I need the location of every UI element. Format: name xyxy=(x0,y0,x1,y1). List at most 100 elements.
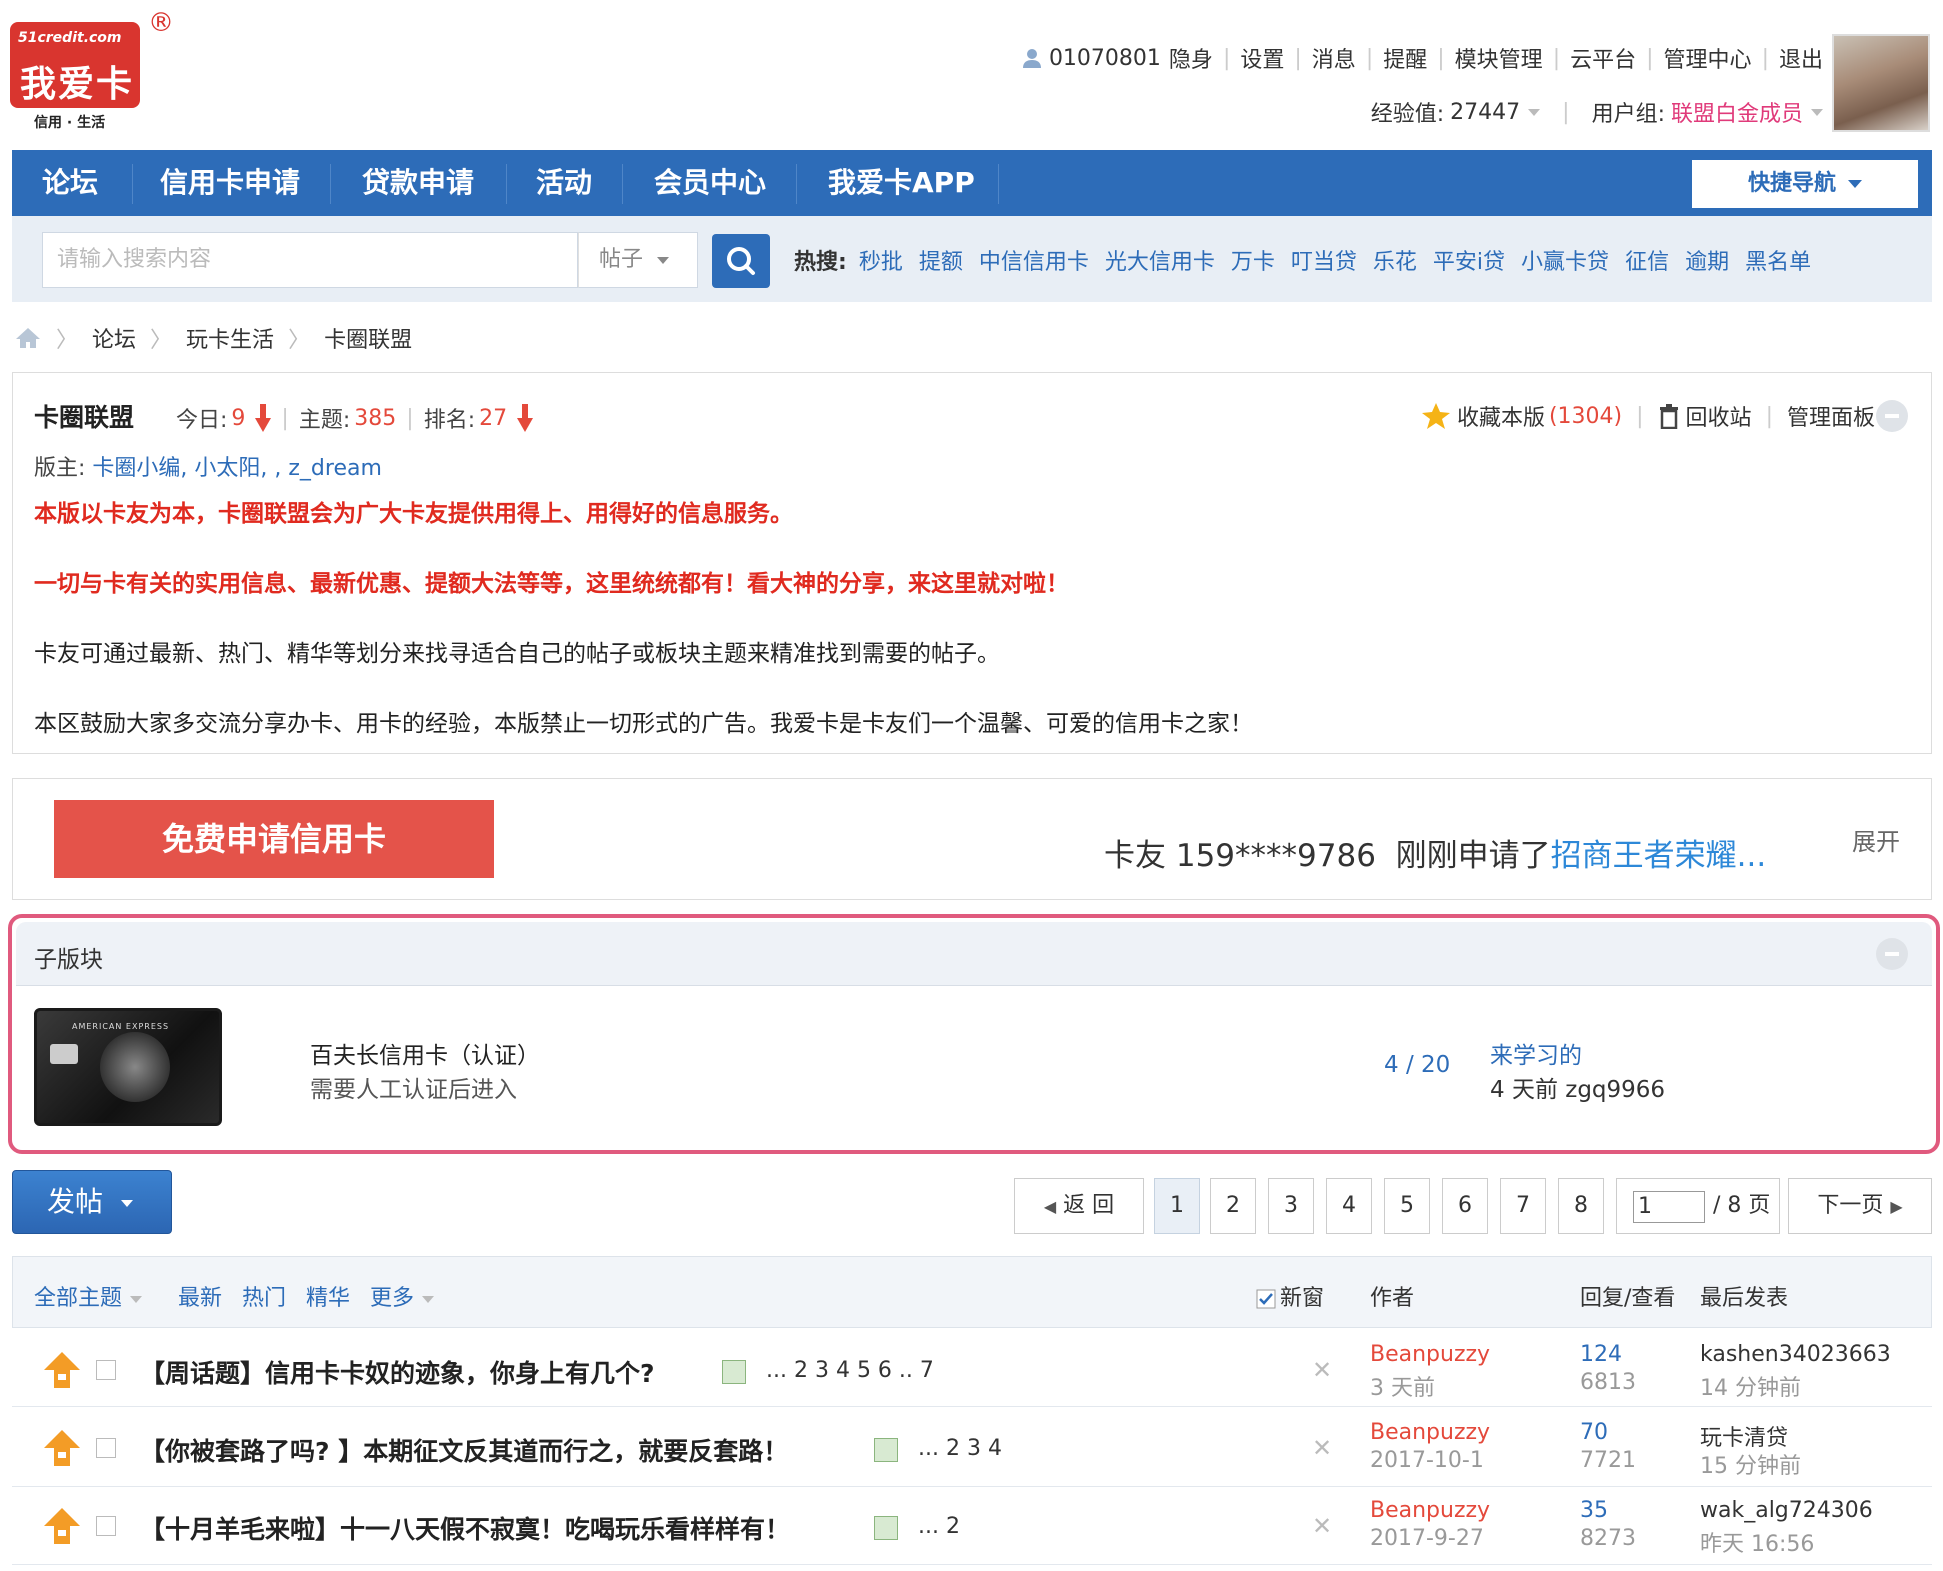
hot-keyword[interactable]: 黑名单 xyxy=(1745,244,1811,276)
search-button[interactable] xyxy=(712,234,770,288)
page-1[interactable]: 1 xyxy=(1154,1178,1200,1234)
invisible-link[interactable]: 隐身 xyxy=(1169,42,1213,74)
nav-app[interactable]: 我爱卡APP xyxy=(828,150,975,216)
quick-nav-button[interactable]: 快捷导航 xyxy=(1692,160,1918,208)
search-type-select[interactable]: 帖子 xyxy=(578,232,698,288)
hot-keyword[interactable]: 平安i贷 xyxy=(1433,244,1505,276)
thread-author[interactable]: Beanpuzzy xyxy=(1370,1420,1490,1445)
chevron-right-icon: ▶ xyxy=(1890,1197,1903,1216)
thread-title[interactable]: 【十月羊毛来啦】十一八天假不寂寞！吃喝玩乐看样样有！ xyxy=(140,1510,790,1546)
thread-title[interactable]: 【你被套路了吗? 】本期征文反其道而行之，就要反套路！ xyxy=(140,1432,788,1468)
hot-keyword[interactable]: 万卡 xyxy=(1231,244,1275,276)
logout-link[interactable]: 退出 xyxy=(1779,42,1823,74)
page-4[interactable]: 4 xyxy=(1326,1178,1372,1234)
thread-last-user[interactable]: kashen34023663 xyxy=(1700,1342,1891,1367)
thread-pages[interactable]: ... 2 xyxy=(918,1514,960,1539)
forum-tools: 收藏本版 (1304) | 回收站 | 管理面板 xyxy=(1421,400,1875,432)
nav-loan-apply[interactable]: 贷款申请 xyxy=(362,150,474,216)
thread-author[interactable]: Beanpuzzy xyxy=(1370,1342,1490,1367)
hot-keyword[interactable]: 中信信用卡 xyxy=(979,244,1089,276)
thread-replies[interactable]: 35 xyxy=(1580,1498,1608,1523)
filter-latest[interactable]: 最新 xyxy=(178,1280,222,1312)
nav-member-center[interactable]: 会员中心 xyxy=(654,150,766,216)
exp-value[interactable]: 27447 xyxy=(1450,100,1520,125)
page-2[interactable]: 2 xyxy=(1210,1178,1256,1234)
avatar[interactable] xyxy=(1832,34,1930,132)
filter-digest[interactable]: 精华 xyxy=(306,1280,350,1312)
thread-last-time[interactable]: 14 分钟前 xyxy=(1700,1370,1801,1402)
page-5[interactable]: 5 xyxy=(1384,1178,1430,1234)
nav-activity[interactable]: 活动 xyxy=(536,150,592,216)
hot-keyword[interactable]: 征信 xyxy=(1625,244,1669,276)
messages-link[interactable]: 消息 xyxy=(1312,42,1356,74)
breadcrumb-forum[interactable]: 论坛 xyxy=(92,322,136,354)
hot-keyword[interactable]: 乐花 xyxy=(1373,244,1417,276)
back-button[interactable]: ◀ 返 回 xyxy=(1014,1178,1144,1234)
moderator-links[interactable]: 卡圈小编, 小太阳, , z_dream xyxy=(92,456,381,481)
thread-checkbox[interactable] xyxy=(96,1438,116,1458)
logo-title: 我爱卡 xyxy=(20,64,135,105)
thread-author[interactable]: Beanpuzzy xyxy=(1370,1498,1490,1523)
close-icon[interactable]: ✕ xyxy=(1312,1356,1332,1384)
search-input[interactable]: 请输入搜索内容 xyxy=(42,232,578,288)
breadcrumb-current[interactable]: 卡圈联盟 xyxy=(324,322,412,354)
reminders-link[interactable]: 提醒 xyxy=(1383,42,1427,74)
next-page-button[interactable]: 下一页 ▶ xyxy=(1788,1178,1932,1234)
recycle-bin-link[interactable]: 回收站 xyxy=(1686,400,1752,432)
sticky-up-icon xyxy=(44,1508,80,1544)
thread-views: 6813 xyxy=(1580,1370,1636,1395)
nav-forum[interactable]: 论坛 xyxy=(42,150,98,216)
new-post-button[interactable]: 发帖 xyxy=(12,1170,172,1234)
hot-keyword[interactable]: 叮当贷 xyxy=(1291,244,1357,276)
thread-last-time[interactable]: 昨天 16:56 xyxy=(1700,1526,1814,1558)
hot-keyword[interactable]: 小赢卡贷 xyxy=(1521,244,1609,276)
hot-keyword[interactable]: 光大信用卡 xyxy=(1105,244,1215,276)
thread-date: 3 天前 xyxy=(1370,1376,1435,1401)
chevron-down-icon[interactable] xyxy=(1528,108,1541,116)
page-6[interactable]: 6 xyxy=(1442,1178,1488,1234)
apply-ticker-link[interactable]: 招商王者荣耀... xyxy=(1551,838,1767,874)
cloud-platform-link[interactable]: 云平台 xyxy=(1570,42,1636,74)
thread-last-time[interactable]: 15 分钟前 xyxy=(1700,1448,1801,1480)
admin-panel-link[interactable]: 管理面板 xyxy=(1787,400,1875,432)
hot-keyword[interactable]: 秒批 xyxy=(859,244,903,276)
page-3[interactable]: 3 xyxy=(1268,1178,1314,1234)
close-icon[interactable]: ✕ xyxy=(1312,1434,1332,1462)
thread-pages[interactable]: ... 2 3 4 5 6 .. 7 xyxy=(766,1358,934,1383)
thread-date: 2017-10-1 xyxy=(1370,1448,1484,1473)
thread-checkbox[interactable] xyxy=(96,1516,116,1536)
expand-link[interactable]: 展开 xyxy=(1852,822,1900,857)
close-icon[interactable]: ✕ xyxy=(1312,1512,1332,1540)
filter-more[interactable]: 更多 xyxy=(370,1280,435,1312)
thread-pages[interactable]: ... 2 3 4 xyxy=(918,1436,1002,1461)
module-manage-link[interactable]: 模块管理 xyxy=(1455,42,1543,74)
chevron-down-icon[interactable] xyxy=(1811,108,1823,116)
chevron-left-icon: ◀ xyxy=(1043,1197,1057,1216)
settings-link[interactable]: 设置 xyxy=(1240,42,1284,74)
collapse-icon[interactable] xyxy=(1876,400,1908,432)
user-id-link[interactable]: 01070801 xyxy=(1049,46,1161,71)
page-8[interactable]: 8 xyxy=(1558,1178,1604,1234)
filter-all[interactable]: 全部主题 xyxy=(34,1280,143,1312)
hot-keyword[interactable]: 逾期 xyxy=(1685,244,1729,276)
favorite-link[interactable]: 收藏本版 xyxy=(1457,400,1545,432)
thread-title[interactable]: 【周话题】信用卡卡奴的迹象，你身上有几个? xyxy=(140,1354,655,1390)
hot-keyword[interactable]: 提额 xyxy=(919,244,963,276)
thread-replies[interactable]: 124 xyxy=(1580,1342,1622,1367)
page-jump-input[interactable]: 1 xyxy=(1633,1191,1705,1223)
thread-last-user[interactable]: wak_alg724306 xyxy=(1700,1498,1873,1523)
page-7[interactable]: 7 xyxy=(1500,1178,1546,1234)
image-attachment-icon xyxy=(874,1438,898,1462)
breadcrumb-category[interactable]: 玩卡生活 xyxy=(186,322,274,354)
filter-hot[interactable]: 热门 xyxy=(242,1280,286,1312)
new-window-toggle[interactable]: 新窗 xyxy=(1256,1280,1324,1312)
group-value[interactable]: 联盟白金成员 xyxy=(1671,96,1803,128)
trash-icon xyxy=(1659,404,1678,429)
home-icon[interactable] xyxy=(14,326,42,350)
apply-card-button[interactable]: 免费申请信用卡 xyxy=(54,800,494,878)
nav-credit-card-apply[interactable]: 信用卡申请 xyxy=(160,150,300,216)
admin-center-link[interactable]: 管理中心 xyxy=(1664,42,1752,74)
thread-replies[interactable]: 70 xyxy=(1580,1420,1608,1445)
thread-checkbox[interactable] xyxy=(96,1360,116,1380)
rank-value: 27 xyxy=(479,405,508,431)
